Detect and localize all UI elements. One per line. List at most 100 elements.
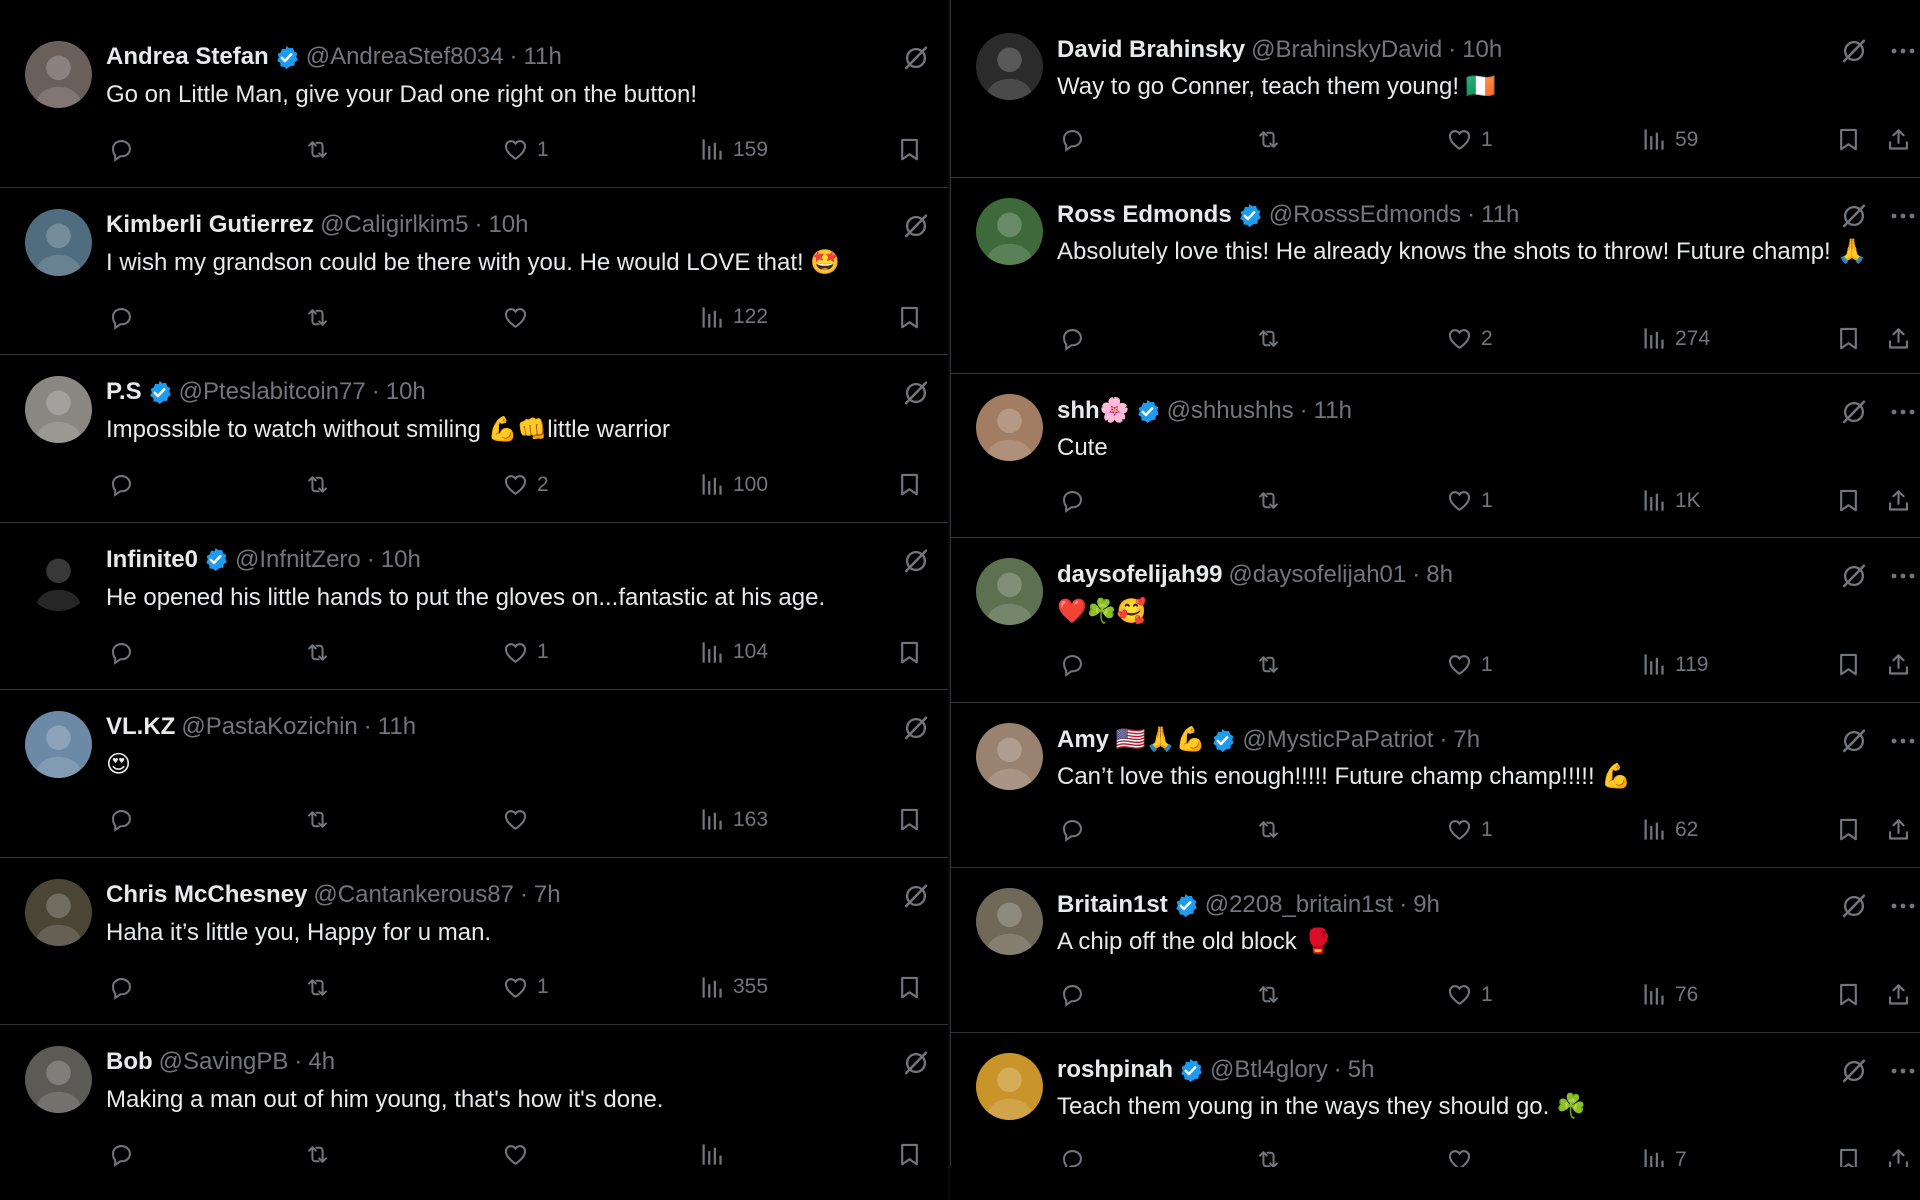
avatar[interactable] bbox=[25, 543, 92, 611]
author-handle[interactable]: @Pteslabitcoin77 bbox=[179, 377, 366, 407]
grok-icon[interactable] bbox=[902, 44, 930, 72]
reply-card[interactable]: roshpinah @Btl4glory · 5h Teach them young i… bbox=[951, 1033, 1920, 1167]
reply-card[interactable]: Chris McChesney @Cantankerous87 · 7h Haha it… bbox=[0, 858, 948, 1025]
reply-button[interactable] bbox=[108, 471, 135, 498]
retweet-button[interactable] bbox=[304, 974, 331, 1001]
grok-icon[interactable] bbox=[1840, 892, 1868, 920]
more-icon[interactable] bbox=[1889, 727, 1917, 755]
like-button[interactable]: 1 bbox=[502, 136, 549, 163]
like-button[interactable] bbox=[1446, 1146, 1481, 1167]
author-handle[interactable]: @InfnitZero bbox=[235, 545, 361, 575]
timestamp[interactable]: 8h bbox=[1426, 560, 1453, 590]
avatar[interactable] bbox=[25, 1046, 92, 1113]
avatar[interactable] bbox=[976, 558, 1043, 625]
like-button[interactable] bbox=[502, 806, 537, 833]
retweet-button[interactable] bbox=[304, 304, 331, 331]
retweet-button[interactable] bbox=[304, 471, 331, 498]
grok-icon[interactable] bbox=[902, 379, 930, 407]
like-button[interactable]: 1 bbox=[1446, 816, 1493, 843]
like-button[interactable] bbox=[502, 304, 537, 331]
views-button[interactable]: 100 bbox=[698, 471, 768, 498]
share-button[interactable] bbox=[1885, 325, 1912, 352]
grok-icon[interactable] bbox=[902, 1049, 930, 1077]
bookmark-button[interactable] bbox=[1835, 651, 1862, 678]
like-button[interactable]: 1 bbox=[502, 974, 549, 1001]
reply-card[interactable]: Andrea Stefan @AndreaStef8034 · 11h Go on Li… bbox=[0, 20, 948, 188]
author-handle[interactable]: @MysticPaPatriot bbox=[1242, 725, 1433, 755]
views-button[interactable]: 7 bbox=[1640, 1146, 1687, 1167]
grok-icon[interactable] bbox=[1840, 37, 1868, 65]
views-button[interactable]: 163 bbox=[698, 806, 768, 833]
retweet-button[interactable] bbox=[1255, 325, 1282, 352]
avatar[interactable] bbox=[25, 711, 92, 778]
author-handle[interactable]: @Cantankerous87 bbox=[313, 880, 513, 910]
reply-button[interactable] bbox=[1059, 981, 1086, 1008]
more-icon[interactable] bbox=[1889, 562, 1917, 590]
retweet-button[interactable] bbox=[1255, 816, 1282, 843]
reply-card[interactable]: Kimberli Gutierrez @Caligirlkim5 · 10h I wis… bbox=[0, 188, 948, 355]
author-handle[interactable]: @RosssEdmonds bbox=[1269, 200, 1461, 230]
author-handle[interactable]: @BrahinskyDavid bbox=[1251, 35, 1442, 65]
grok-icon[interactable] bbox=[1840, 727, 1868, 755]
author-handle[interactable]: @Caligirlkim5 bbox=[320, 210, 468, 240]
author-handle[interactable]: @shhushhs bbox=[1167, 396, 1294, 426]
views-button[interactable]: 76 bbox=[1640, 981, 1698, 1008]
share-button[interactable] bbox=[1885, 126, 1912, 153]
reply-button[interactable] bbox=[1059, 651, 1086, 678]
like-button[interactable]: 2 bbox=[1446, 325, 1493, 352]
bookmark-button[interactable] bbox=[896, 136, 923, 163]
views-button[interactable]: 159 bbox=[698, 136, 768, 163]
grok-icon[interactable] bbox=[902, 882, 930, 910]
share-button[interactable] bbox=[1885, 651, 1912, 678]
views-button[interactable] bbox=[698, 1141, 733, 1167]
timestamp[interactable]: 5h bbox=[1348, 1055, 1375, 1085]
like-button[interactable]: 1 bbox=[1446, 651, 1493, 678]
bookmark-button[interactable] bbox=[1835, 981, 1862, 1008]
author-name[interactable]: VL.KZ bbox=[106, 712, 175, 742]
bookmark-button[interactable] bbox=[896, 639, 923, 666]
reply-card[interactable]: Amy 🇺🇸🙏💪 @MysticPaPatriot · 7h Can’t love th… bbox=[951, 703, 1920, 868]
retweet-button[interactable] bbox=[304, 1141, 331, 1167]
like-button[interactable]: 1 bbox=[502, 639, 549, 666]
avatar[interactable] bbox=[25, 878, 92, 946]
share-button[interactable] bbox=[1885, 1146, 1912, 1167]
bookmark-button[interactable] bbox=[896, 304, 923, 331]
like-button[interactable]: 2 bbox=[502, 471, 549, 498]
timestamp[interactable]: 4h bbox=[308, 1047, 335, 1077]
timestamp[interactable]: 11h bbox=[524, 42, 562, 72]
reply-button[interactable] bbox=[108, 806, 135, 833]
reply-card[interactable]: David Brahinsky @BrahinskyDavid · 10h Way to… bbox=[951, 13, 1920, 178]
author-handle[interactable]: @PastaKozichin bbox=[181, 712, 357, 742]
author-name[interactable]: Infinite0 bbox=[106, 545, 198, 575]
avatar[interactable] bbox=[976, 33, 1043, 100]
reply-card[interactable]: daysofelijah99 @daysofelijah01 · 8h ❤️☘️🥰 1 11… bbox=[951, 538, 1920, 703]
share-button[interactable] bbox=[1885, 981, 1912, 1008]
reply-card[interactable]: Infinite0 @InfnitZero · 10h He opened his li… bbox=[0, 523, 948, 690]
bookmark-button[interactable] bbox=[1835, 816, 1862, 843]
retweet-button[interactable] bbox=[304, 136, 331, 163]
timestamp[interactable]: 7h bbox=[534, 880, 561, 910]
bookmark-button[interactable] bbox=[1835, 487, 1862, 514]
bookmark-button[interactable] bbox=[1835, 126, 1862, 153]
author-handle[interactable]: @2208_britain1st bbox=[1205, 890, 1393, 920]
avatar[interactable] bbox=[25, 208, 92, 276]
author-name[interactable]: P.S bbox=[106, 377, 142, 407]
share-button[interactable] bbox=[1885, 816, 1912, 843]
reply-button[interactable] bbox=[1059, 126, 1086, 153]
views-button[interactable]: 274 bbox=[1640, 325, 1710, 352]
reply-button[interactable] bbox=[1059, 816, 1086, 843]
reply-card[interactable]: VL.KZ @PastaKozichin · 11h 😍 163 bbox=[0, 690, 948, 858]
more-icon[interactable] bbox=[1889, 892, 1917, 920]
author-name[interactable]: Bob bbox=[106, 1047, 153, 1077]
avatar[interactable] bbox=[25, 41, 92, 108]
author-name[interactable]: roshpinah bbox=[1057, 1055, 1173, 1085]
like-button[interactable]: 1 bbox=[1446, 487, 1493, 514]
reply-card[interactable]: Ross Edmonds @RosssEdmonds · 11h Absolutely … bbox=[951, 178, 1920, 374]
views-button[interactable]: 104 bbox=[698, 639, 768, 666]
more-icon[interactable] bbox=[1889, 37, 1917, 65]
reply-card[interactable]: P.S @Pteslabitcoin77 · 10h Impossible to wat… bbox=[0, 355, 948, 523]
views-button[interactable]: 1K bbox=[1640, 487, 1701, 514]
grok-icon[interactable] bbox=[1840, 1057, 1868, 1085]
views-button[interactable]: 59 bbox=[1640, 126, 1698, 153]
avatar[interactable] bbox=[976, 198, 1043, 265]
